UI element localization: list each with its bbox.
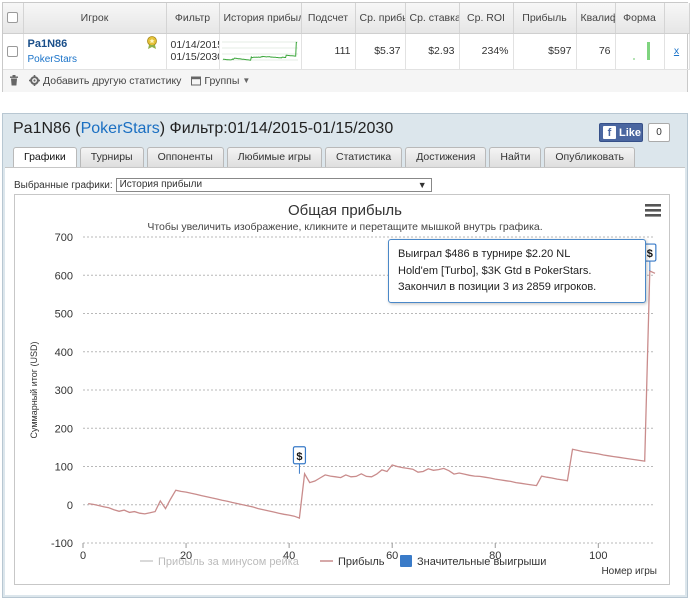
- avg-stake-value: $2.93: [405, 33, 460, 70]
- col-form[interactable]: Форма: [615, 3, 665, 34]
- hamburger-menu-icon-bar: [645, 204, 661, 207]
- avg-profit-value: $5.37: [355, 33, 406, 70]
- profit-series-line: [88, 270, 656, 519]
- legend-profit-label: Прибыль: [338, 556, 385, 568]
- count-value: 111: [301, 33, 356, 70]
- form-cell: [615, 33, 665, 70]
- filter-cell: 01/14/2015 01/15/2030: [166, 33, 220, 70]
- y-tick-label: 400: [55, 347, 73, 359]
- title-filter: Фильтр:01/14/2015-01/15/2030: [169, 120, 394, 137]
- tab-opponents[interactable]: Оппоненты: [146, 147, 224, 167]
- tab-tournaments[interactable]: Турниры: [79, 147, 144, 167]
- chart-subtitle: Чтобы увеличить изображение, кликните и …: [147, 221, 542, 233]
- chart-select-label: Выбранные графики:: [14, 179, 113, 191]
- tab-favorite-games[interactable]: Любимые игры: [226, 147, 323, 167]
- y-tick-label: 0: [67, 500, 73, 512]
- add-stat-label: Добавить другую статистику: [43, 74, 182, 87]
- facebook-icon: f: [603, 126, 616, 139]
- chart-select-value: История прибыли: [119, 179, 203, 190]
- legend-bigwins-swatch: [400, 555, 412, 567]
- col-avg-stake[interactable]: Ср. ставка: [405, 3, 460, 34]
- groups-button[interactable]: Группы ▼: [191, 75, 250, 87]
- like-label: Like: [619, 126, 642, 139]
- tab-publish[interactable]: Опубликовать: [544, 147, 636, 167]
- gear-icon: [29, 75, 40, 86]
- col-avg-roi[interactable]: Ср. ROI: [459, 3, 514, 34]
- legend-bigwins-label: Значительные выигрыши: [417, 556, 546, 568]
- col-filter[interactable]: Фильтр: [166, 3, 220, 34]
- y-axis-label: Суммарный итог (USD): [29, 341, 39, 438]
- legend-rake-label: Прибыль за минусом рейка: [158, 556, 300, 568]
- groups-icon: [191, 76, 202, 85]
- hamburger-menu-icon-bar: [645, 214, 661, 217]
- form-bar-icon: [632, 41, 650, 60]
- chevron-down-icon: ▼: [417, 180, 427, 190]
- chart-select-row: Выбранные графики: История прибыли ▼: [14, 178, 432, 192]
- groups-label: Группы: [204, 74, 240, 87]
- hamburger-menu-icon-bar: [645, 209, 661, 212]
- sparkline-series: [222, 41, 297, 61]
- col-ability[interactable]: Квалиф.: [576, 3, 616, 34]
- trash-icon[interactable]: [9, 75, 19, 86]
- table-row: Pa1N86 PokerStars 01/14/2015 01/15/2030 …: [3, 33, 690, 70]
- x-axis-label: Номер игры: [601, 566, 657, 577]
- y-tick-label: 600: [55, 270, 73, 282]
- select-all-checkbox[interactable]: [3, 3, 24, 34]
- add-stat-button[interactable]: Добавить другую статистику: [29, 75, 181, 87]
- chart-select[interactable]: История прибыли ▼: [115, 178, 432, 192]
- profit-history-cell: [219, 33, 302, 70]
- col-avg-profit[interactable]: Ср. прибыль: [355, 3, 406, 34]
- chevron-down-icon: ▼: [242, 76, 251, 85]
- col-player[interactable]: Игрок: [23, 3, 167, 34]
- stats-table: Игрок Фильтр История прибыли Подсчет Ср.…: [3, 3, 690, 70]
- tab-achievements[interactable]: Достижения: [405, 147, 487, 167]
- x-tick-label: 100: [589, 550, 607, 562]
- player-panel: Pa1N86 (PokerStars) Фильтр:01/14/2015-01…: [2, 113, 688, 598]
- title-player-name: Pa1N86: [13, 120, 71, 137]
- profit-history-sparkline: [221, 41, 298, 61]
- y-tick-label: 200: [55, 423, 73, 435]
- chart-title: Общая прибыль: [288, 202, 402, 219]
- player-cell: Pa1N86 PokerStars: [23, 33, 167, 70]
- col-profit-history[interactable]: История прибыли: [219, 3, 302, 34]
- y-tick-label: 700: [55, 232, 73, 244]
- col-remove: [664, 3, 690, 34]
- row-checkbox[interactable]: [3, 33, 24, 70]
- player-site-link[interactable]: PokerStars: [28, 54, 162, 65]
- filter-from: 01/14/2015: [170, 39, 219, 51]
- big-win-marker: $: [296, 451, 302, 463]
- tab-statistics[interactable]: Статистика: [325, 147, 403, 167]
- tooltip-line-3: Закончил в позиции 3 из 2859 игроков.: [398, 281, 597, 293]
- tab-charts[interactable]: Графики: [13, 147, 77, 167]
- tab-find[interactable]: Найти: [489, 147, 542, 167]
- title-site-link[interactable]: PokerStars: [81, 120, 160, 137]
- stats-panel: Игрок Фильтр История прибыли Подсчет Ср.…: [2, 2, 690, 92]
- rank-badge-icon: [146, 35, 157, 49]
- ability-value: 76: [576, 33, 616, 70]
- profit-value: $597: [513, 33, 577, 70]
- remove-row-link[interactable]: x: [664, 33, 690, 70]
- page-title: Pa1N86 (PokerStars) Фильтр:01/14/2015-01…: [13, 120, 394, 137]
- chart-area[interactable]: Общая прибыль Чтобы увеличить изображение…: [14, 194, 670, 585]
- big-win-marker: $: [647, 248, 653, 260]
- x-tick-label: 0: [80, 550, 86, 562]
- filter-to: 01/15/2030: [170, 51, 219, 63]
- col-profit[interactable]: Прибыль: [513, 3, 577, 34]
- y-tick-label: 300: [55, 385, 73, 397]
- tab-bar: Графики Турниры Оппоненты Любимые игры С…: [13, 147, 636, 167]
- y-tick-label: -100: [51, 538, 73, 550]
- chart-tooltip: Выиграл $486 в турнире $2.20 NL Hold'em …: [388, 239, 646, 303]
- y-tick-label: 500: [55, 309, 73, 321]
- tab-body: Выбранные графики: История прибыли ▼ Общ…: [5, 167, 685, 595]
- avg-roi-value: 234%: [459, 33, 514, 70]
- x-tick-label: 60: [386, 550, 398, 562]
- y-tick-label: 100: [55, 462, 73, 474]
- player-name-link[interactable]: Pa1N86: [28, 38, 162, 50]
- tooltip-line-1: Выиграл $486 в турнире $2.20 NL: [398, 248, 571, 260]
- col-count[interactable]: Подсчет: [301, 3, 356, 34]
- stats-footer: Добавить другую статистику Группы ▼: [3, 69, 687, 92]
- tooltip-line-2: Hold'em [Turbo], $3K Gtd в PokerStars.: [398, 264, 592, 277]
- like-count: 0: [648, 123, 670, 142]
- facebook-like-button[interactable]: f Like: [599, 123, 643, 142]
